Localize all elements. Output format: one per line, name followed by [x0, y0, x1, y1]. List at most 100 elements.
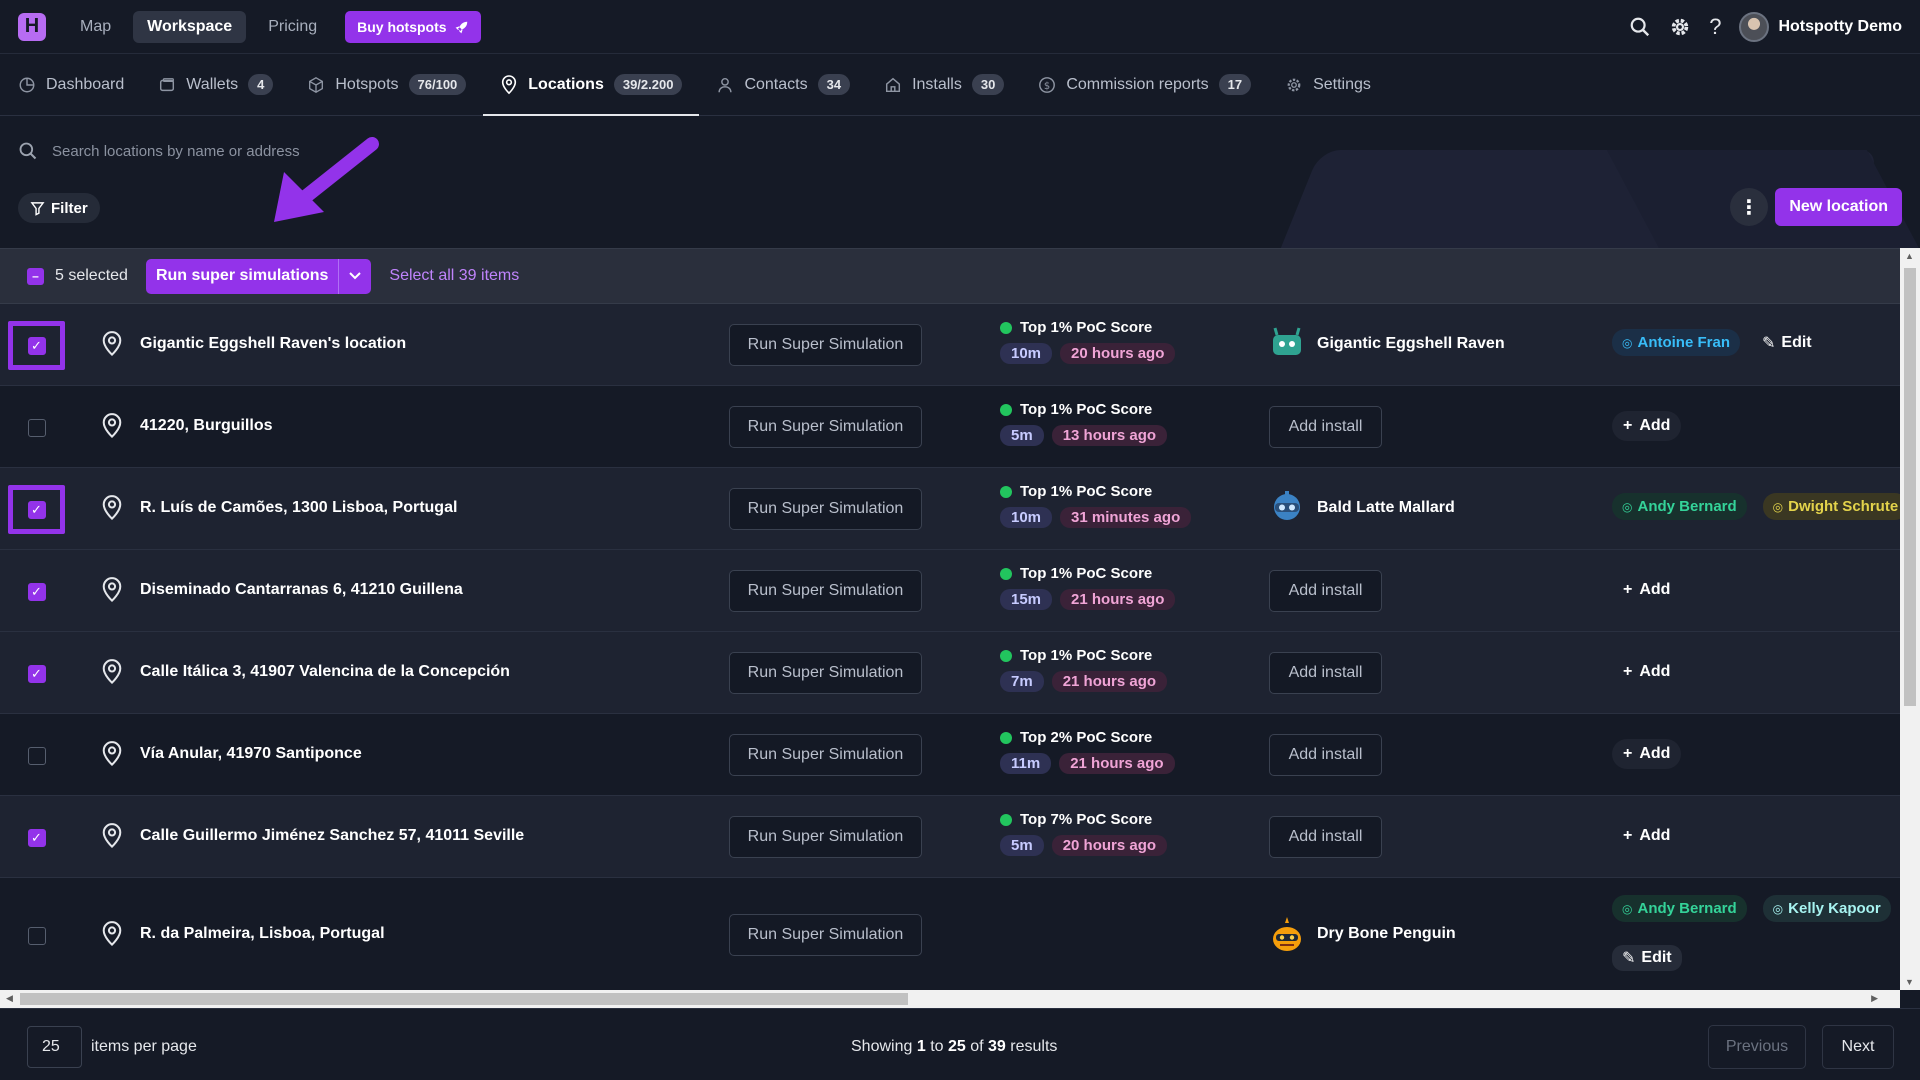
tab-hotspots[interactable]: Hotspots 76/100 [290, 54, 483, 115]
contact-chip[interactable]: ◎ Andy Bernard [1612, 895, 1747, 922]
run-super-simulation-button[interactable]: Run Super Simulation [729, 570, 922, 612]
nav-pricing[interactable]: Pricing [254, 11, 331, 43]
scroll-down-icon[interactable]: ▼ [1905, 977, 1914, 987]
run-super-simulation-button[interactable]: Run Super Simulation [729, 734, 922, 776]
location-name[interactable]: R. da Palmeira, Lisboa, Portugal [140, 925, 385, 943]
add-contact-button[interactable]: + Add [1612, 411, 1682, 441]
scroll-left-icon[interactable]: ◀ [6, 993, 13, 1004]
scroll-right-icon[interactable]: ▶ [1871, 993, 1878, 1004]
edit-button[interactable]: ✎ Edit [1756, 330, 1818, 356]
row-checkbox[interactable]: ✓ [27, 336, 46, 355]
help-icon[interactable]: ? [1709, 15, 1721, 38]
table-row[interactable]: ✓ Gigantic Eggshell Raven's location Run S… [0, 304, 1900, 386]
add-install-button[interactable]: Add install [1269, 406, 1382, 448]
tab-dashboard[interactable]: Dashboard [18, 54, 141, 115]
vertical-scrollbar[interactable]: ▲ ▼ [1900, 248, 1920, 990]
gear-icon[interactable] [1669, 16, 1691, 38]
table-row[interactable]: 41220, Burguillos Run Super Simulation Top… [0, 386, 1900, 468]
location-name[interactable]: Diseminado Cantarranas 6, 41210 Guillena [140, 581, 463, 599]
add-label: Add [1639, 581, 1671, 598]
location-name[interactable]: Gigantic Eggshell Raven's location [140, 335, 406, 353]
add-install-button[interactable]: Add install [1269, 570, 1382, 612]
row-checkbox[interactable]: ✓ [27, 828, 46, 847]
select-all-items-link[interactable]: Select all 39 items [389, 267, 519, 285]
gear-icon [1287, 78, 1301, 91]
row-checkbox[interactable] [27, 746, 46, 765]
dashboard-icon [19, 77, 35, 92]
add-contact-button[interactable]: + Add [1612, 575, 1681, 605]
hotspot-link[interactable]: Bald Latte Mallard [1270, 489, 1455, 527]
poc-score-cell: Top 2% PoC Score 11m 21 hours ago [1000, 729, 1175, 774]
location-name[interactable]: 41220, Burguillos [140, 417, 273, 435]
svg-text:$: $ [1044, 81, 1050, 92]
row-checkbox[interactable] [27, 926, 46, 945]
add-contact-button[interactable]: + Add [1612, 821, 1681, 851]
table-row[interactable]: ✓ Diseminado Cantarranas 6, 41210 Guillen… [0, 550, 1900, 632]
edit-button[interactable]: ✎ Edit [1612, 945, 1682, 971]
poc-score-label: Top 1% PoC Score [1020, 483, 1153, 500]
row-checkbox[interactable]: ✓ [27, 664, 46, 683]
status-dot-icon [1000, 649, 1012, 662]
row-checkbox[interactable] [27, 418, 46, 437]
run-super-simulation-button[interactable]: Run Super Simulation [729, 652, 922, 694]
select-all-checkbox[interactable]: – [27, 267, 44, 285]
table-row[interactable]: ✓ Calle Guillermo Jiménez Sanchez 57, 410… [0, 796, 1900, 878]
results-summary: Showing 1 to 25 of 39 results [851, 1038, 1057, 1056]
tab-wallets[interactable]: Wallets 4 [141, 54, 290, 115]
row-checkbox[interactable]: ✓ [27, 500, 46, 519]
row-checkbox[interactable]: ✓ [27, 582, 46, 601]
location-name[interactable]: R. Luís de Camões, 1300 Lisboa, Portugal [140, 499, 457, 517]
tab-contacts[interactable]: Contacts 34 [699, 54, 867, 115]
run-super-simulation-button[interactable]: Run Super Simulation [729, 914, 922, 956]
bulk-action-dropdown[interactable] [338, 258, 372, 294]
scrollbar-thumb[interactable] [20, 993, 908, 1005]
table-row[interactable]: R. da Palmeira, Lisboa, Portugal Run Supe… [0, 878, 1900, 990]
more-options-button[interactable]: ⋮ [1730, 188, 1768, 226]
run-super-simulation-button[interactable]: Run Super Simulation [729, 488, 922, 530]
next-page-button[interactable]: Next [1822, 1025, 1894, 1069]
tab-settings[interactable]: Settings [1268, 54, 1388, 115]
table-row[interactable]: ✓ R. Luís de Camões, 1300 Lisboa, Portuga… [0, 468, 1900, 550]
horizontal-scrollbar[interactable]: ◀ ▶ [0, 990, 1900, 1008]
add-install-button[interactable]: Add install [1269, 816, 1382, 858]
location-name[interactable]: Vía Anular, 41970 Santiponce [140, 745, 362, 763]
search-icon[interactable] [1629, 16, 1651, 38]
hotspot-link[interactable]: Gigantic Eggshell Raven [1270, 325, 1505, 363]
run-super-simulations-button[interactable]: Run super simulations [145, 258, 339, 294]
hotspot-link[interactable]: Dry Bone Penguin [1270, 915, 1456, 953]
nav-map[interactable]: Map [66, 11, 125, 43]
tab-installs[interactable]: Installs 30 [867, 54, 1021, 115]
table-row[interactable]: ✓ Calle Itálica 3, 41907 Valencina de la … [0, 632, 1900, 714]
tab-commission-reports[interactable]: $ Commission reports 17 [1021, 54, 1268, 115]
run-super-simulation-button[interactable]: Run Super Simulation [729, 324, 922, 366]
run-super-simulation-button[interactable]: Run Super Simulation [729, 406, 922, 448]
user-menu[interactable]: Hotspotty Demo [1739, 11, 1902, 42]
table-row[interactable]: Vía Anular, 41970 Santiponce Run Super Si… [0, 714, 1900, 796]
location-name[interactable]: Calle Guillermo Jiménez Sanchez 57, 4101… [140, 827, 524, 845]
previous-page-button[interactable]: Previous [1708, 1025, 1806, 1069]
contact-chip[interactable]: ◎ Andy Bernard [1612, 493, 1747, 520]
contact-chip[interactable]: ◎ Kelly Kapoor [1762, 895, 1891, 922]
buy-hotspots-button[interactable]: Buy hotspots [345, 10, 481, 43]
items-per-page-input[interactable]: 25 [27, 1026, 82, 1068]
hotspotty-logo[interactable]: H [18, 12, 46, 41]
row-checkbox-wrapper: ✓ [8, 649, 65, 698]
add-contact-button[interactable]: + Add [1612, 739, 1682, 769]
tab-locations[interactable]: Locations 39/2.200 [483, 54, 700, 116]
poc-tags: 7m 21 hours ago [1000, 671, 1168, 692]
nav-workspace[interactable]: Workspace [133, 10, 247, 43]
contact-chip[interactable]: ◎ Dwight Schrute [1762, 493, 1900, 520]
plus-icon: + [1623, 581, 1633, 598]
contact-icon: ◎ [1622, 335, 1633, 350]
new-location-button[interactable]: New location [1775, 188, 1902, 226]
edit-icon: ✎ [1622, 950, 1636, 967]
add-install-button[interactable]: Add install [1269, 652, 1382, 694]
location-name[interactable]: Calle Itálica 3, 41907 Valencina de la C… [140, 663, 510, 681]
scroll-up-icon[interactable]: ▲ [1905, 251, 1914, 261]
contact-chip[interactable]: ◎ Antoine Fran [1612, 329, 1740, 356]
run-super-simulation-button[interactable]: Run Super Simulation [729, 816, 922, 858]
filter-button[interactable]: Filter [18, 193, 100, 223]
add-contact-button[interactable]: + Add [1612, 657, 1681, 687]
add-install-button[interactable]: Add install [1269, 734, 1382, 776]
scrollbar-thumb[interactable] [1904, 268, 1916, 706]
